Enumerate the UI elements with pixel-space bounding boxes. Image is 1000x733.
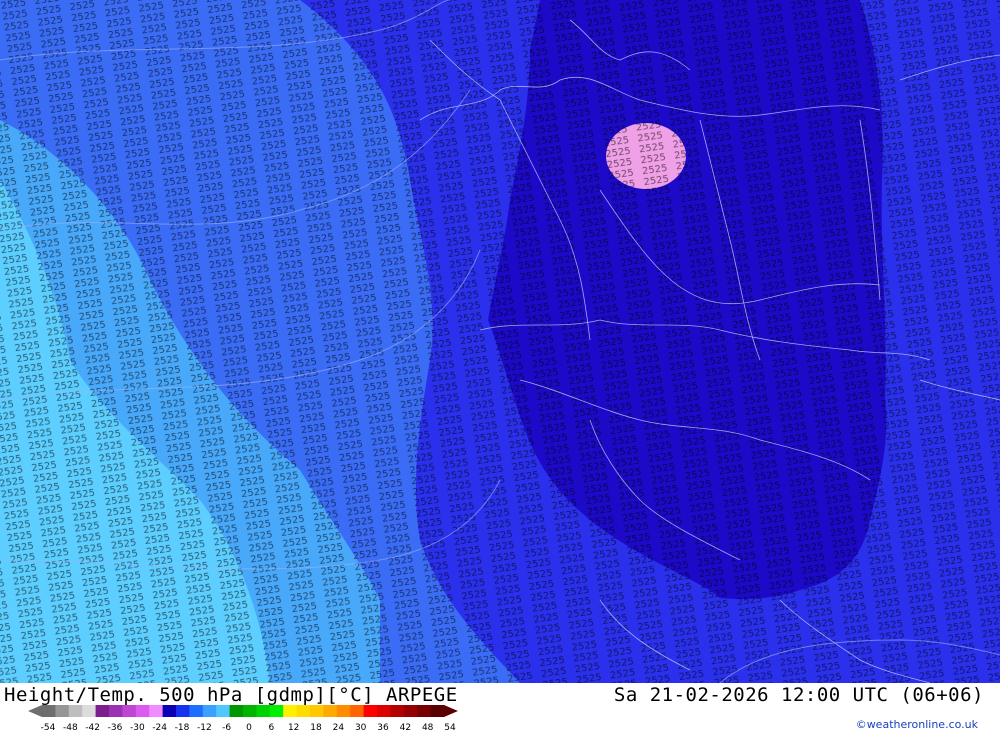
color-scale-swatch <box>229 705 244 717</box>
color-scale-tick-label: 48 <box>422 723 434 733</box>
color-scale-tick-label: -12 <box>197 723 212 733</box>
color-scale-swatch <box>216 705 231 717</box>
color-scale-swatch <box>135 705 150 717</box>
color-scale-tick-label: 0 <box>246 723 252 733</box>
color-scale-tick-label: -54 <box>41 723 56 733</box>
color-scale-swatch <box>363 705 378 717</box>
color-scale-tick-label: -18 <box>175 723 190 733</box>
color-scale-tick-label: 12 <box>288 723 299 733</box>
contour-label-texture <box>0 0 1000 683</box>
map-title: Height/Temp. 500 hPa [gdmp][°C] ARPEGE <box>4 684 458 706</box>
color-scale-swatch <box>377 705 391 717</box>
color-scale-swatch <box>430 705 445 717</box>
color-scale-swatches <box>28 705 458 717</box>
color-scale-tick-label: 54 <box>444 723 456 733</box>
color-scale-swatch <box>162 705 177 717</box>
color-scale-swatch <box>269 705 284 717</box>
color-scale-right-arrow <box>444 705 458 717</box>
color-scale-swatch <box>390 705 405 717</box>
color-scale-swatch <box>55 705 70 717</box>
color-scale-swatch <box>256 705 271 717</box>
color-scale-tick-label: -36 <box>108 723 123 733</box>
color-scale-tick-label: -42 <box>85 723 100 733</box>
color-scale-swatch <box>350 705 365 717</box>
color-scale-tick-label: 24 <box>333 723 345 733</box>
color-scale: -54 -48 -42 -36 -30 -24 -18 -12 -6 0 6 12 18 24 30 36 42… <box>28 705 458 733</box>
color-scale-tick-label: 36 <box>377 723 389 733</box>
color-scale-swatch <box>403 705 418 717</box>
color-scale-tick-label: -30 <box>130 723 145 733</box>
color-scale-swatch <box>95 705 110 717</box>
color-scale-swatch <box>176 705 190 717</box>
color-scale-swatch <box>149 705 164 717</box>
color-scale-tick-label: -24 <box>152 723 167 733</box>
color-scale-tick-label: 6 <box>268 723 274 733</box>
color-scale-swatch <box>243 705 257 717</box>
color-scale-swatch <box>202 705 217 717</box>
color-scale-tick-label: 18 <box>310 723 322 733</box>
map-datetime: Sa 21-02-2026 12:00 UTC (06+06) <box>613 684 984 706</box>
color-scale-swatch <box>82 705 97 717</box>
color-scale-swatch <box>417 705 432 717</box>
map-footer: Height/Temp. 500 hPa [gdmp][°C] ARPEGE S… <box>0 683 1000 733</box>
color-scale-tick-label: 30 <box>355 723 367 733</box>
color-scale-swatch <box>310 705 324 717</box>
color-scale-labels: -54 -48 -42 -36 -30 -24 -18 -12 -6 0 6 12 18 24 30 36 42… <box>41 723 456 733</box>
credit-link[interactable]: ©weatheronline.co.uk <box>856 718 978 731</box>
color-scale-swatch <box>323 705 338 717</box>
color-scale-tick-label: -48 <box>63 723 78 733</box>
color-scale-swatch <box>122 705 137 717</box>
color-scale-tick-label: -6 <box>222 723 231 733</box>
color-scale-swatch <box>296 705 311 717</box>
weather-map: 2525 <box>0 0 1000 683</box>
color-scale-swatch <box>42 705 56 717</box>
color-scale-tick-label: 42 <box>400 723 411 733</box>
color-scale-swatch <box>283 705 298 717</box>
color-scale-swatch <box>336 705 351 717</box>
map-canvas: 2525 <box>0 0 1000 683</box>
color-scale-left-arrow <box>28 705 42 717</box>
color-scale-swatch <box>68 705 83 717</box>
color-scale-swatch <box>189 705 204 717</box>
color-scale-swatch <box>109 705 123 717</box>
